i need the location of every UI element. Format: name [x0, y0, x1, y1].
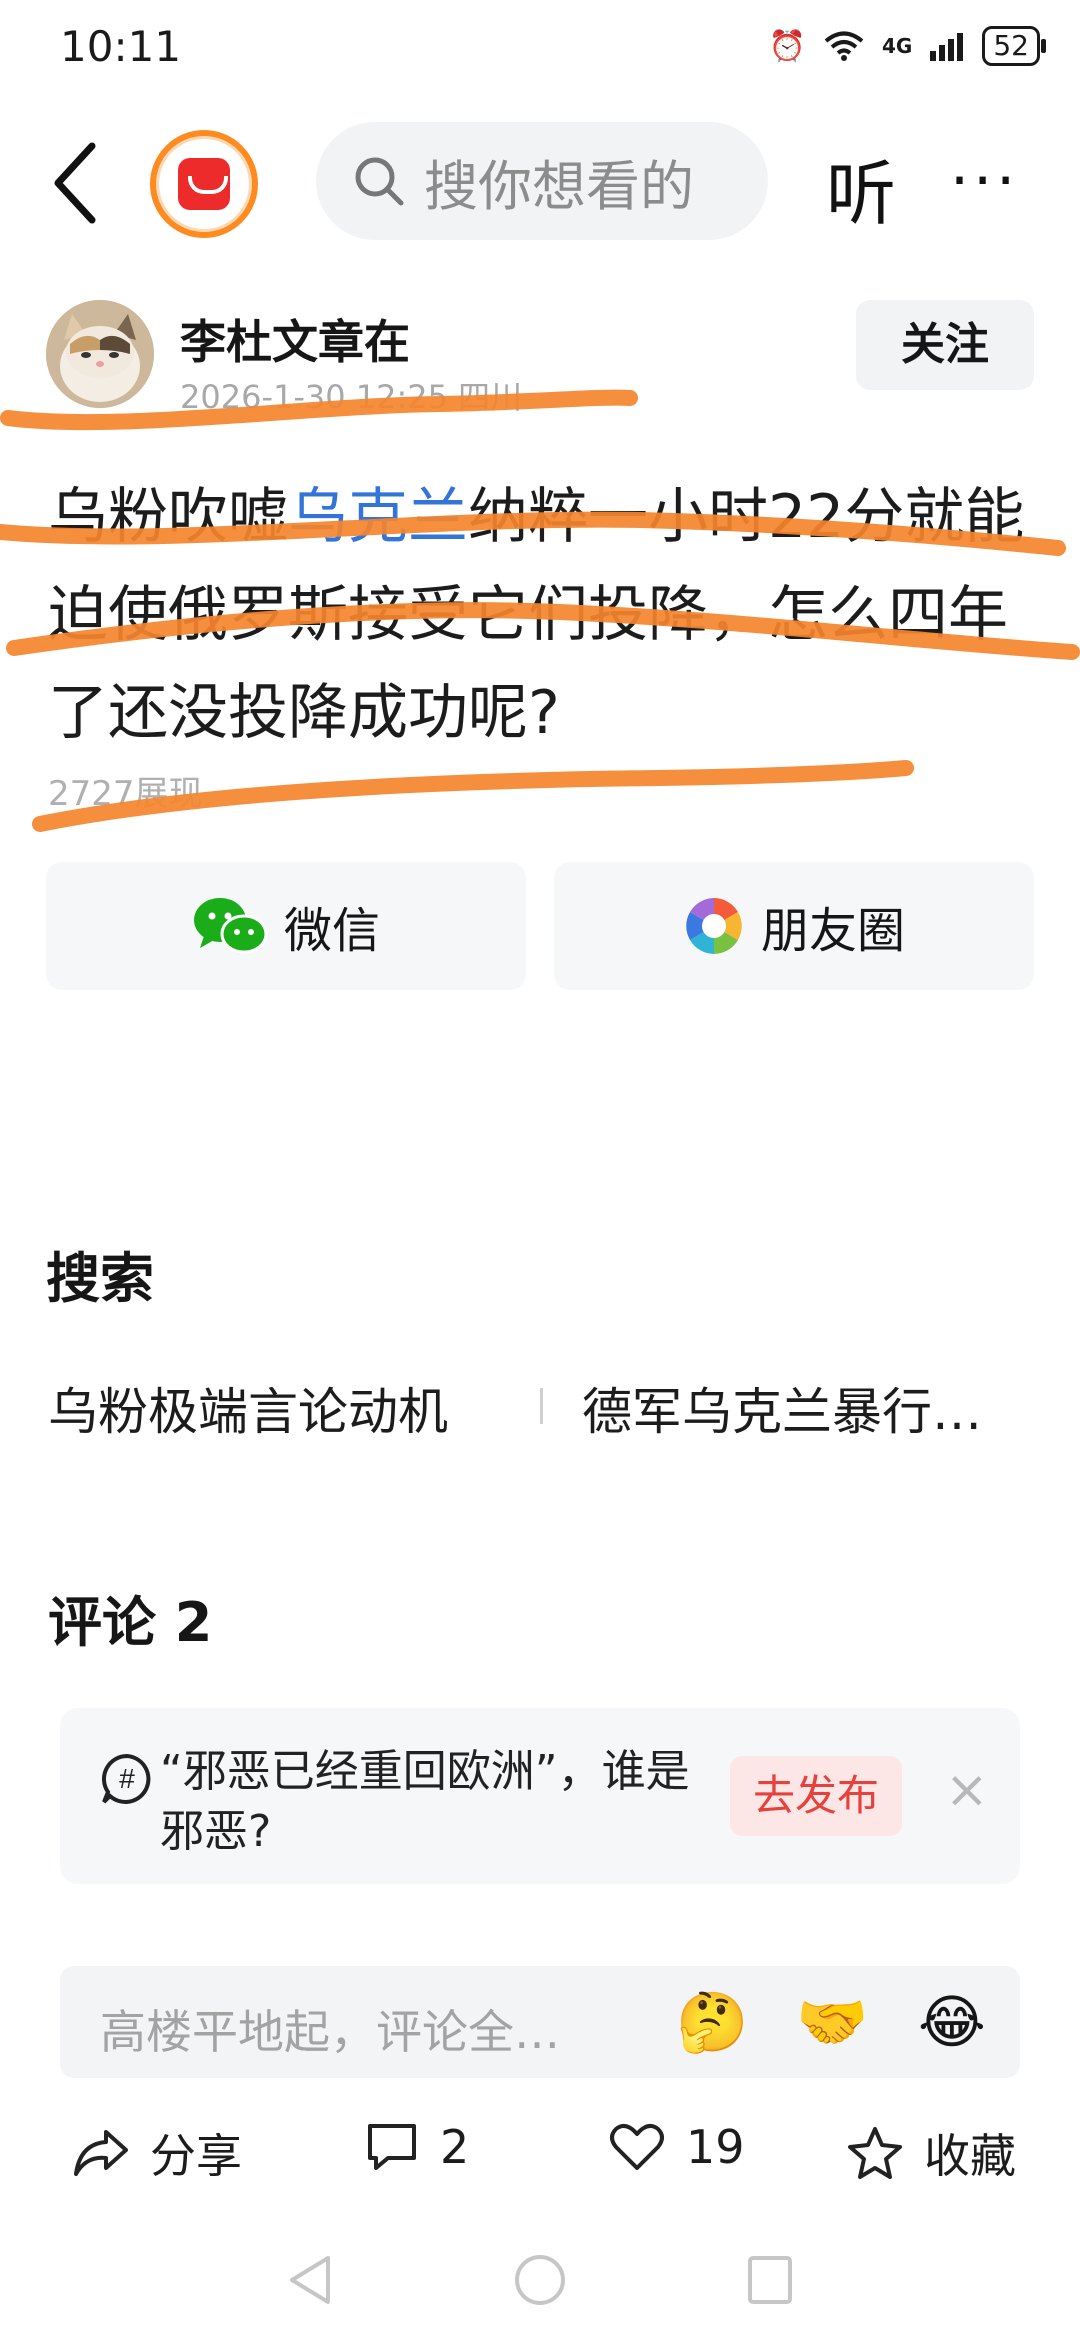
avatar[interactable]: [46, 300, 154, 408]
share-arrow-icon: [74, 2130, 128, 2176]
share-wechat-label: 微信: [283, 903, 380, 959]
search-icon: [355, 157, 404, 206]
handshake-emoji-icon[interactable]: 🤝: [796, 1988, 868, 2057]
listen-button[interactable]: 听: [826, 138, 896, 239]
author-name[interactable]: 李杜文章在: [180, 306, 410, 372]
post-meta: 2026-1-30 12:25 四川: [180, 378, 523, 416]
search-section-title: 搜索: [46, 1247, 154, 1310]
topic-link[interactable]: 乌克兰: [288, 482, 468, 552]
back-button[interactable]: [48, 138, 108, 228]
view-count: 2727展现: [48, 774, 203, 814]
nav-recents-icon[interactable]: [744, 2252, 796, 2308]
laughing-emoji-icon[interactable]: 😂: [918, 1988, 986, 2056]
wifi-icon: [824, 31, 864, 61]
heart-icon: [610, 2123, 664, 2170]
status-time: 10:11: [60, 22, 182, 71]
topic-prompt-card: # “邪恶已经重回欧洲”，谁是邪恶? 去发布 ×: [60, 1708, 1020, 1884]
nav-home-icon[interactable]: [512, 2252, 568, 2308]
more-button[interactable]: ···: [950, 146, 1019, 216]
follow-button[interactable]: 关注: [856, 300, 1034, 390]
chevron-left-icon: [54, 142, 96, 224]
cat-avatar-image: [46, 300, 154, 408]
moments-icon: [685, 898, 742, 954]
comment-bubble-icon: [368, 2124, 416, 2170]
related-search-1[interactable]: 乌粉极端言论动机: [48, 1372, 448, 1444]
search-bar[interactable]: 搜你想看的: [316, 122, 768, 240]
share-action-label: 分享: [150, 2129, 242, 2183]
share-action[interactable]: 分享: [72, 2120, 242, 2186]
comment-count: 2: [440, 2120, 470, 2174]
favorite-action[interactable]: 收藏: [846, 2120, 1016, 2186]
share-moments-label: 朋友圈: [760, 903, 905, 959]
wechat-icon: [193, 898, 268, 954]
hashtag-bubble-icon: #: [102, 1753, 151, 1804]
search-placeholder: 搜你想看的: [424, 154, 694, 218]
thinking-emoji-icon[interactable]: 🤔: [676, 1988, 748, 2057]
status-icons: ⏰ 4G 52: [768, 26, 1046, 66]
red-packet-icon[interactable]: [150, 130, 258, 238]
comment-input[interactable]: 高楼平地起，评论全… 🤔 🤝 😂: [60, 1966, 1020, 2078]
share-moments-button[interactable]: 朋友圈: [554, 862, 1034, 990]
nav-back-icon[interactable]: [284, 2252, 336, 2308]
star-icon: [848, 2127, 902, 2179]
comment-action[interactable]: 2: [364, 2120, 469, 2174]
svg-text:#: #: [119, 1763, 135, 1794]
post-text-before: 乌粉吹嘘: [48, 482, 288, 552]
comments-title: 评论 2: [48, 1591, 213, 1654]
close-prompt-button[interactable]: ×: [945, 1760, 989, 1820]
comment-input-placeholder: 高楼平地起，评论全…: [100, 2005, 560, 2059]
signal-icon: [930, 33, 964, 61]
post-text: 乌粉吹嘘乌克兰纳粹一小时22分就能迫使俄罗斯接受它们投降，怎么四年了还没投降成功…: [48, 468, 1038, 762]
favorite-label: 收藏: [924, 2129, 1016, 2183]
topic-prompt-text: “邪恶已经重回欧洲”，谁是邪恶?: [160, 1746, 690, 1857]
go-publish-button[interactable]: 去发布: [730, 1756, 902, 1836]
battery-indicator: 52: [982, 26, 1046, 66]
alarm-icon: ⏰: [768, 28, 807, 64]
network-type: 4G: [882, 34, 913, 58]
like-count: 19: [686, 2120, 745, 2174]
divider: [540, 1388, 543, 1424]
related-search-2[interactable]: 德军乌克兰暴行…: [582, 1372, 982, 1444]
like-action[interactable]: 19: [608, 2120, 745, 2174]
share-wechat-button[interactable]: 微信: [46, 862, 526, 990]
